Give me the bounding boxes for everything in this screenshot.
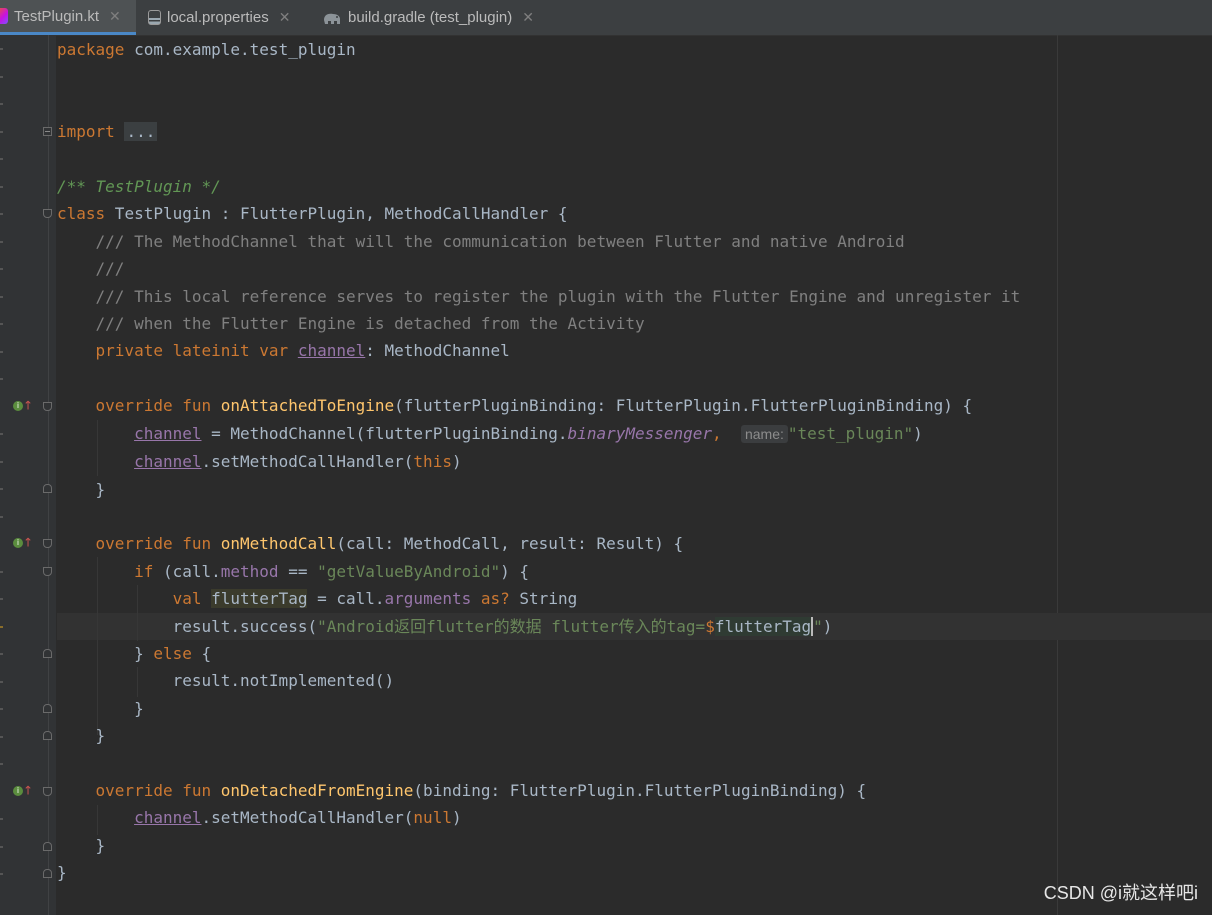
code-line-22: result.success("Android返回flutter的数据 flut… — [172, 616, 833, 636]
text-caret: " — [811, 616, 823, 636]
fold-toggle-icon[interactable] — [43, 484, 52, 493]
line-tick — [0, 461, 3, 463]
fold-toggle-icon[interactable] — [43, 731, 52, 740]
fold-toggle-icon[interactable] — [43, 402, 52, 411]
code-line-24: result.notImplemented() — [57, 671, 395, 691]
close-icon[interactable]: ✕ — [522, 9, 534, 26]
close-icon[interactable]: ✕ — [109, 8, 121, 25]
code-line-15: channel = MethodChannel(flutterPluginBin… — [134, 423, 923, 443]
line-tick — [0, 131, 3, 133]
line-tick — [0, 516, 3, 518]
implements-method-icon[interactable]: i ↑ — [13, 535, 33, 550]
line-tick — [0, 76, 3, 78]
gutter-separator — [48, 35, 49, 915]
tab-testplugin-kt[interactable]: TestPlugin.kt ✕ — [0, 0, 136, 35]
code-line-4: import ... — [57, 122, 158, 142]
fold-toggle-icon[interactable] — [43, 209, 52, 218]
tab-local-properties[interactable]: local.properties ✕ — [148, 0, 290, 35]
line-tick — [0, 268, 3, 270]
right-margin-guide — [1057, 35, 1058, 915]
kotlin-file-icon — [0, 8, 8, 24]
line-tick — [0, 433, 3, 435]
fold-toggle-icon[interactable] — [43, 127, 52, 136]
gradle-elephant-icon — [324, 13, 340, 24]
code-line-30: } — [57, 835, 106, 855]
line-tick — [0, 213, 3, 215]
line-tick — [0, 351, 3, 353]
tab-label: local.properties — [167, 9, 269, 26]
tab-label: build.gradle (test_plugin) — [348, 9, 513, 26]
code-line-17: } — [57, 479, 106, 499]
fold-toggle-icon[interactable] — [43, 842, 52, 851]
code-line-23: } else { — [134, 643, 212, 663]
line-tick — [0, 488, 3, 490]
code-line-7: class TestPlugin : FlutterPlugin, Method… — [57, 204, 568, 224]
line-tick — [0, 873, 3, 875]
line-tick — [0, 378, 3, 380]
line-tick — [0, 158, 3, 160]
fold-toggle-icon[interactable] — [43, 649, 52, 658]
folded-imports[interactable]: ... — [124, 122, 158, 142]
fold-toggle-icon[interactable] — [43, 539, 52, 548]
line-tick — [0, 653, 3, 655]
watermark: CSDN @i就这样吧i — [1043, 883, 1198, 903]
line-tick — [0, 681, 3, 683]
editor-tab-bar: TestPlugin.kt ✕ local.properties ✕ build… — [0, 0, 1212, 36]
implements-method-icon[interactable]: i ↑ — [13, 783, 33, 798]
properties-file-icon — [148, 10, 161, 25]
line-tick — [0, 241, 3, 243]
code-line-29: channel.setMethodCallHandler(null) — [134, 808, 462, 828]
line-tick — [0, 296, 3, 298]
code-line-20: if (call.method == "getValueByAndroid") … — [134, 561, 530, 581]
implements-method-icon[interactable]: i ↑ — [13, 398, 33, 413]
code-line-14: override fun onAttachedToEngine(flutterP… — [95, 396, 973, 416]
close-icon[interactable]: ✕ — [279, 9, 291, 26]
fold-toggle-icon[interactable] — [43, 869, 52, 878]
fold-toggle-icon[interactable] — [43, 567, 52, 576]
code-line-21: val flutterTag = call.arguments as? Stri… — [172, 589, 578, 609]
code-line-19: override fun onMethodCall(call: MethodCa… — [95, 534, 684, 554]
line-tick — [0, 103, 3, 105]
line-tick — [0, 818, 3, 820]
code-line-31: } — [57, 863, 67, 883]
tab-build-gradle[interactable]: build.gradle (test_plugin) ✕ — [322, 0, 534, 35]
line-tick — [0, 598, 3, 600]
code-line-26: } — [57, 726, 106, 746]
fold-toggle-icon[interactable] — [43, 704, 52, 713]
code-line-12: private lateinit var channel: MethodChan… — [95, 341, 510, 361]
line-tick — [0, 736, 3, 738]
line-tick — [0, 763, 3, 765]
code-line-1: package com.example.test_plugin — [57, 40, 356, 59]
parameter-name-hint: name: — [740, 424, 788, 443]
line-tick — [0, 323, 3, 325]
code-line-28: override fun onDetachedFromEngine(bindin… — [95, 780, 867, 800]
line-tick — [0, 626, 3, 628]
fold-toggle-icon[interactable] — [43, 787, 52, 796]
code-line-25: } — [57, 698, 144, 718]
code-line-16: channel.setMethodCallHandler(this) — [134, 452, 462, 472]
code-editor[interactable]: package com.example.test_plugin import .… — [57, 36, 1020, 887]
line-tick — [0, 846, 3, 848]
line-tick — [0, 708, 3, 710]
line-tick — [0, 571, 3, 573]
code-line-9: /// — [57, 259, 125, 279]
tab-label: TestPlugin.kt — [14, 7, 100, 25]
code-line-8: /// The MethodChannel that will the comm… — [57, 231, 905, 251]
code-line-6: /** TestPlugin */ — [57, 177, 221, 197]
code-line-11: /// when the Flutter Engine is detached … — [57, 314, 645, 334]
code-line-10: /// This local reference serves to regis… — [57, 286, 1021, 306]
line-tick — [0, 186, 3, 188]
line-tick — [0, 48, 3, 50]
